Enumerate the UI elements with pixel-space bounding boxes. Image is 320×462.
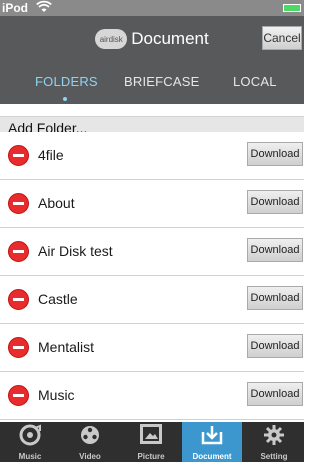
bottom-tab-bar: Music Video Picture Document Setting bbox=[0, 422, 304, 462]
tabbar-picture[interactable]: Picture bbox=[121, 422, 181, 462]
film-reel-icon bbox=[60, 424, 120, 453]
folder-name: 4file bbox=[38, 147, 64, 163]
delete-minus-icon[interactable] bbox=[8, 145, 29, 166]
tab-folders[interactable]: FOLDERS bbox=[35, 74, 98, 89]
list-item[interactable]: Mentalist Download bbox=[0, 324, 304, 372]
gear-icon bbox=[244, 424, 304, 453]
list-item[interactable]: Air Disk test Download bbox=[0, 228, 304, 276]
download-button[interactable]: Download bbox=[247, 142, 303, 166]
segment-tabs: FOLDERS BRIEFCASE LOCAL bbox=[0, 62, 304, 104]
tabbar-document[interactable]: Document bbox=[182, 422, 242, 462]
folder-name: Air Disk test bbox=[38, 243, 113, 259]
music-disc-icon bbox=[0, 424, 60, 453]
tabbar-label: Music bbox=[18, 452, 42, 461]
delete-minus-icon[interactable] bbox=[8, 337, 29, 358]
tabbar-label: Picture bbox=[137, 452, 165, 461]
folder-name: Castle bbox=[38, 291, 78, 307]
cancel-button[interactable]: Cancel bbox=[262, 26, 302, 50]
download-button[interactable]: Download bbox=[247, 286, 303, 310]
status-bar: iPod bbox=[0, 0, 304, 16]
active-tab-indicator bbox=[63, 97, 67, 101]
carrier-label: iPod bbox=[2, 1, 28, 15]
nav-title-group: airdisk Document bbox=[0, 16, 304, 62]
wifi-icon bbox=[36, 0, 52, 17]
folder-name: Music bbox=[38, 387, 75, 403]
tabbar-label: Document bbox=[192, 452, 232, 461]
list-item[interactable]: 4file Download bbox=[0, 132, 304, 180]
download-button[interactable]: Download bbox=[247, 382, 303, 406]
folder-name: Mentalist bbox=[38, 339, 95, 355]
list-item[interactable]: Castle Download bbox=[0, 276, 304, 324]
delete-minus-icon[interactable] bbox=[8, 241, 29, 262]
folder-name: About bbox=[38, 195, 75, 211]
picture-icon bbox=[121, 424, 181, 451]
airdisk-logo: airdisk bbox=[95, 29, 128, 49]
tab-local[interactable]: LOCAL bbox=[233, 74, 277, 89]
nav-bar: airdisk Document Cancel bbox=[0, 16, 304, 62]
download-button[interactable]: Download bbox=[247, 238, 303, 262]
list-item[interactable]: About Download bbox=[0, 180, 304, 228]
list-item[interactable]: Music Download bbox=[0, 372, 304, 420]
document-download-icon bbox=[182, 424, 242, 453]
delete-minus-icon[interactable] bbox=[8, 385, 29, 406]
download-button[interactable]: Download bbox=[247, 334, 303, 358]
delete-minus-icon[interactable] bbox=[8, 193, 29, 214]
tabbar-label: Setting bbox=[260, 452, 288, 461]
tab-briefcase[interactable]: BRIEFCASE bbox=[124, 74, 199, 89]
tabbar-music[interactable]: Music bbox=[0, 422, 60, 462]
delete-minus-icon[interactable] bbox=[8, 289, 29, 310]
tabbar-setting[interactable]: Setting bbox=[244, 422, 304, 462]
battery-icon bbox=[283, 4, 301, 12]
page-title: Document bbox=[131, 29, 209, 48]
tabbar-video[interactable]: Video bbox=[60, 422, 120, 462]
tabbar-label: Video bbox=[79, 452, 101, 461]
download-button[interactable]: Download bbox=[247, 190, 303, 214]
